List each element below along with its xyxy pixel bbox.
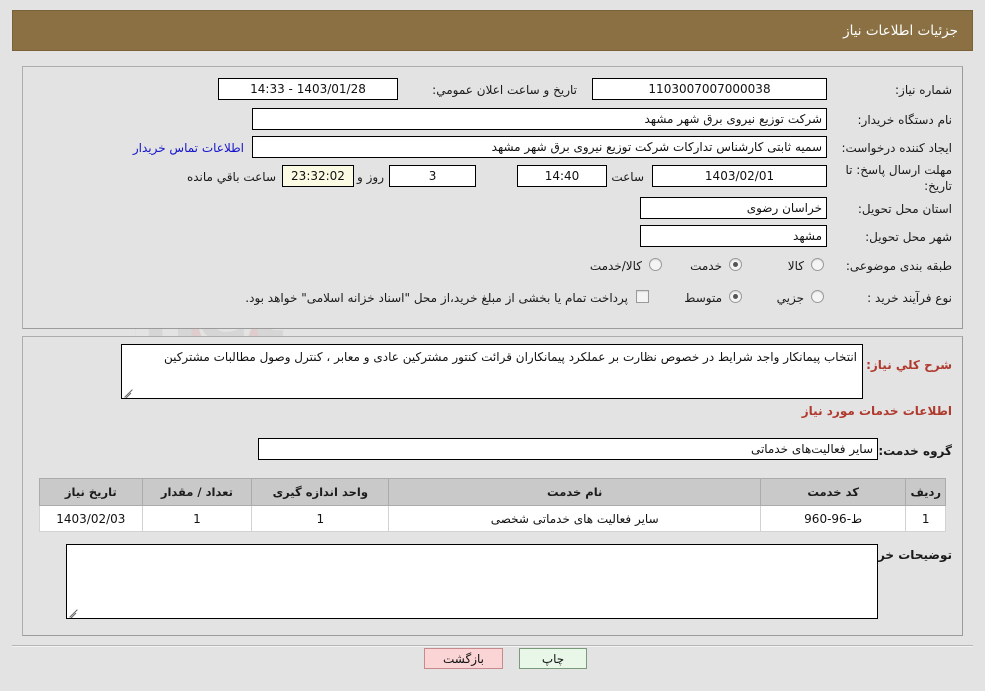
print-button[interactable]: چاپ [519,648,587,669]
table-header-row: ردیف کد خدمت نام خدمت واحد اندازه گیری ت… [39,478,946,506]
treasury-docs-checkbox[interactable] [636,290,649,303]
cell-date: 1403/02/03 [39,505,143,532]
radio-purchase-motavaset[interactable] [729,290,742,303]
services-section-title: اطلاعات خدمات مورد نیاز [801,404,952,418]
buyer-org-value: شرکت توزیع نیروی برق شهر مشهد [644,112,822,126]
purchase-type-label: نوع فرآیند خرید : [867,291,952,305]
print-button-label: چاپ [541,651,565,666]
buyer-notes-textarea[interactable] [66,544,878,619]
deadline-countdown-field: 23:32:02 [282,165,354,187]
deadline-days-field[interactable]: 3 [389,165,476,187]
col-date: تاریخ نیاز [39,478,143,506]
buyer-org-label: نام دستگاه خریدار: [857,113,953,127]
buyer-org-field[interactable]: شرکت توزیع نیروی برق شهر مشهد [252,108,827,130]
requester-field[interactable]: سمیه ثابتی کارشناس تدارکات شرکت توزیع نی… [252,136,827,158]
radio-category-kala-label: کالا [787,259,804,273]
radio-category-kala-khedmat[interactable] [649,258,662,271]
services-table: ردیف کد خدمت نام خدمت واحد اندازه گیری ت… [39,478,946,532]
city-label: شهر محل تحویل: [865,230,952,244]
deadline-time-field[interactable]: 14:40 [517,165,607,187]
resize-grip-icon [124,387,134,397]
province-value: خراسان رضوی [746,201,822,215]
deadline-label: مهلت ارسال پاسخ: تا تاریخ: [845,163,952,193]
cell-name: سایر فعالیت های خدماتی شخصی [388,505,761,532]
cell-radif: 1 [905,505,946,532]
footer-divider [12,645,973,647]
general-desc-label: شرح کلي نیاز: [866,358,952,372]
city-field[interactable]: مشهد [640,225,827,247]
cell-unit: 1 [251,505,390,532]
resize-grip-icon [69,607,79,617]
back-button[interactable]: بازگشت [424,648,503,669]
public-announce-label: تاریخ و ساعت اعلان عمومي: [432,83,577,97]
treasury-docs-label: پرداخت تمام یا بخشی از مبلغ خرید،از محل … [245,291,628,305]
public-announce-value: 1403/01/28 - 14:33 [250,82,366,96]
cell-quantity: 1 [141,505,253,532]
page-title: جزئیات اطلاعات نیاز [843,22,958,39]
general-desc-textarea[interactable]: انتخاب پیمانکار واجد شرایط در خصوص نظارت… [121,344,863,399]
col-unit: واحد اندازه گیری [251,478,390,506]
col-quantity: تعداد / مقدار [141,478,253,506]
radio-category-khedmat-label: خدمت [690,259,722,273]
deadline-countdown-label: ساعت باقي مانده [186,170,276,184]
deadline-days-value: 3 [428,169,437,183]
table-row[interactable]: 1 ط-96-960 سایر فعالیت های خدماتی شخصی 1… [39,505,946,532]
service-group-value: سایر فعالیت‌های خدماتی [750,442,873,456]
deadline-days-label: روز و [357,170,384,184]
col-radif: ردیف [905,478,946,506]
public-announce-field[interactable]: 1403/01/28 - 14:33 [218,78,398,100]
radio-purchase-motavaset-label: متوسط [684,291,722,305]
deadline-date-field[interactable]: 1403/02/01 [652,165,827,187]
page-root: AriaTender.net جزئیات اطلاعات نیاز شماره… [0,0,985,691]
radio-purchase-jozi-label: جزیي [776,291,804,305]
service-details-panel: شرح کلي نیاز: انتخاب پیمانکار واجد شرایط… [22,336,963,636]
deadline-time-value: 14:40 [544,169,580,183]
need-number-label: شماره نیاز: [895,83,952,97]
general-desc-value: انتخاب پیمانکار واجد شرایط در خصوص نظارت… [163,350,857,364]
radio-purchase-jozi[interactable] [811,290,824,303]
need-number-value: 1103007007000038 [648,82,771,96]
radio-category-khedmat[interactable] [729,258,742,271]
province-field[interactable]: خراسان رضوی [640,197,827,219]
col-code: کد خدمت [759,478,907,506]
deadline-countdown-value: 23:32:02 [291,169,345,183]
service-group-field[interactable]: سایر فعالیت‌های خدماتی [258,438,878,460]
requester-value: سمیه ثابتی کارشناس تدارکات شرکت توزیع نی… [491,140,822,154]
deadline-date-value: 1403/02/01 [704,169,775,183]
requester-label: ایجاد کننده درخواست: [841,141,952,155]
back-button-label: بازگشت [443,651,484,666]
category-label: طبقه بندی موضوعی: [845,259,952,273]
radio-category-kala-khedmat-label: کالا/خدمت [589,259,642,273]
service-group-label: گروه خدمت: [878,444,952,458]
city-value: مشهد [793,229,822,243]
cell-code: ط-96-960 [759,505,907,532]
need-number-field[interactable]: 1103007007000038 [592,78,827,100]
buyer-contact-link[interactable]: اطلاعات تماس خریدار [133,141,244,155]
page-header-bar: جزئیات اطلاعات نیاز [12,10,973,51]
col-name: نام خدمت [388,478,761,506]
need-info-panel: شماره نیاز: 1103007007000038 تاریخ و ساع… [22,66,963,329]
province-label: استان محل تحویل: [857,202,952,216]
radio-category-kala[interactable] [811,258,824,271]
deadline-time-label: ساعت [611,170,644,184]
